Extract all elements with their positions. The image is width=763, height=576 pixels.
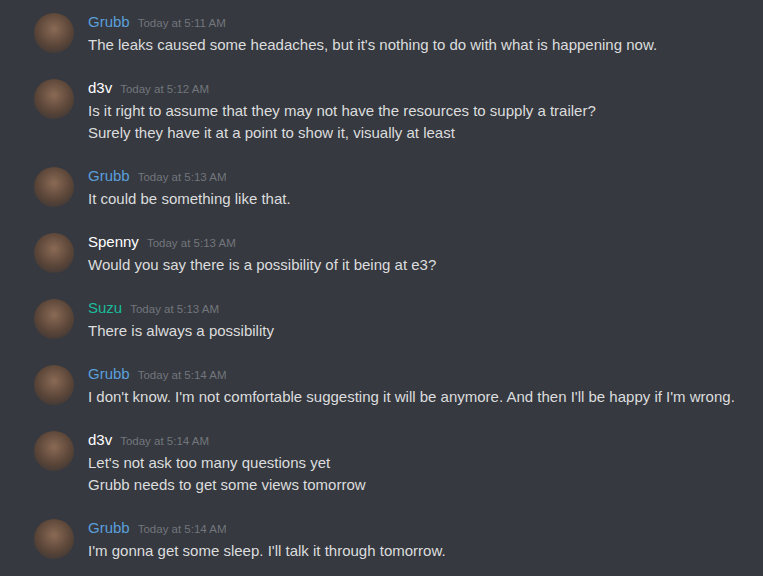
message-text: Grubb needs to get some views tomorrow: [88, 474, 755, 496]
message-header: Grubb Today at 5:11 AM: [88, 11, 755, 34]
timestamp: Today at 5:12 AM: [120, 78, 209, 100]
message: Grubb Today at 5:13 AMIt could be somethi…: [0, 154, 763, 220]
message-body: d3v Today at 5:14 AMLet's not ask too man…: [88, 429, 755, 496]
message-text: Would you say there is a possibility of …: [88, 254, 755, 276]
message-body: Grubb Today at 5:11 AMThe leaks caused so…: [88, 11, 755, 56]
timestamp: Today at 5:13 AM: [138, 166, 227, 188]
timestamp: Today at 5:13 AM: [130, 298, 219, 320]
timestamp: Today at 5:14 AM: [120, 430, 209, 452]
message-header: d3v Today at 5:12 AM: [88, 77, 755, 100]
message-text: Let's not ask too many questions yet: [88, 452, 755, 474]
message-header: Spenny Today at 5:13 AM: [88, 231, 755, 254]
message-text: Surely they have it at a point to show i…: [88, 122, 755, 144]
avatar-icon[interactable]: [34, 431, 74, 471]
author-name[interactable]: Suzu: [88, 297, 122, 319]
message-text: It could be something like that.: [88, 188, 755, 210]
avatar-icon[interactable]: [34, 233, 74, 273]
message-text: I don't know. I'm not comfortable sugges…: [88, 386, 755, 408]
author-name[interactable]: Grubb: [88, 517, 130, 539]
avatar-icon[interactable]: [34, 13, 74, 53]
chat-log: Grubb Today at 5:11 AMThe leaks caused so…: [0, 0, 763, 576]
timestamp: Today at 5:13 AM: [147, 232, 236, 254]
author-name[interactable]: d3v: [88, 429, 112, 451]
timestamp: Today at 5:11 AM: [138, 12, 226, 34]
message-body: Grubb Today at 5:13 AMIt could be somethi…: [88, 165, 755, 210]
avatar-icon[interactable]: [34, 365, 74, 405]
author-name[interactable]: Grubb: [88, 363, 130, 385]
message: Grubb Today at 5:14 AMI don't know. I'm n…: [0, 352, 763, 418]
author-name[interactable]: Grubb: [88, 11, 130, 33]
message-body: Spenny Today at 5:13 AMWould you say ther…: [88, 231, 755, 276]
message-body: Suzu Today at 5:13 AMThere is always a po…: [88, 297, 755, 342]
message-body: Grubb Today at 5:14 AMI don't know. I'm n…: [88, 363, 755, 408]
message-text: Is it right to assume that they may not …: [88, 100, 755, 122]
avatar-icon[interactable]: [34, 79, 74, 119]
message: Spenny Today at 5:13 AMWould you say ther…: [0, 220, 763, 286]
message: Grubb Today at 5:11 AMThe leaks caused so…: [0, 0, 763, 66]
author-name[interactable]: Spenny: [88, 231, 139, 253]
message-header: Grubb Today at 5:14 AM: [88, 363, 755, 386]
timestamp: Today at 5:14 AM: [138, 518, 227, 540]
message-header: d3v Today at 5:14 AM: [88, 429, 755, 452]
message-text: The leaks caused some headaches, but it'…: [88, 34, 755, 56]
message-header: Grubb Today at 5:14 AM: [88, 517, 755, 540]
message-header: Grubb Today at 5:13 AM: [88, 165, 755, 188]
message-text: There is always a possibility: [88, 320, 755, 342]
author-name[interactable]: Grubb: [88, 165, 130, 187]
message-header: Suzu Today at 5:13 AM: [88, 297, 755, 320]
author-name[interactable]: d3v: [88, 77, 112, 99]
message: Suzu Today at 5:13 AMThere is always a po…: [0, 286, 763, 352]
message: Grubb Today at 5:14 AMI'm gonna get some …: [0, 506, 763, 572]
avatar-icon[interactable]: [34, 299, 74, 339]
message-text: I'm gonna get some sleep. I'll talk it t…: [88, 540, 755, 562]
message: d3v Today at 5:14 AMLet's not ask too man…: [0, 418, 763, 506]
avatar-icon[interactable]: [34, 519, 74, 559]
timestamp: Today at 5:14 AM: [138, 364, 227, 386]
message-body: d3v Today at 5:12 AMIs it right to assume…: [88, 77, 755, 144]
message: d3v Today at 5:12 AMIs it right to assume…: [0, 66, 763, 154]
avatar-icon[interactable]: [34, 167, 74, 207]
message-body: Grubb Today at 5:14 AMI'm gonna get some …: [88, 517, 755, 562]
